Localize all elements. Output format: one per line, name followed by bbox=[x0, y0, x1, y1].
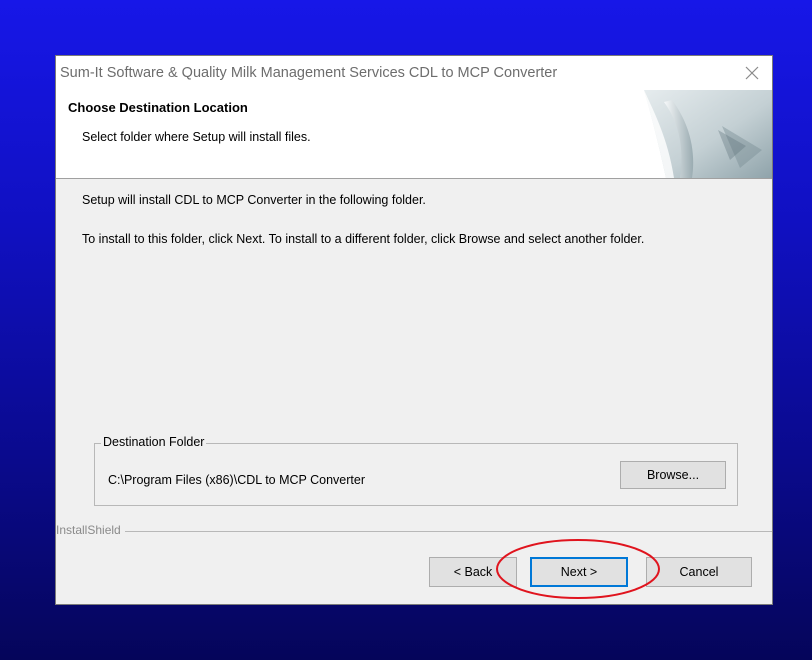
info-text: Setup will install CDL to MCP Converter … bbox=[82, 193, 426, 207]
window-title: Sum-It Software & Quality Milk Managemen… bbox=[60, 65, 558, 81]
title-bar: Sum-It Software & Quality Milk Managemen… bbox=[56, 56, 772, 90]
divider bbox=[56, 531, 772, 532]
page-subtitle: Select folder where Setup will install f… bbox=[82, 130, 311, 144]
page-curl-graphic bbox=[644, 90, 772, 178]
destination-folder-label: Destination Folder bbox=[101, 435, 207, 449]
close-icon bbox=[745, 66, 759, 80]
back-button[interactable]: < Back bbox=[429, 557, 517, 587]
destination-path: C:\Program Files (x86)\CDL to MCP Conver… bbox=[108, 473, 366, 487]
wizard-header: Choose Destination Location Select folde… bbox=[56, 90, 772, 179]
close-button[interactable] bbox=[738, 59, 766, 87]
installshield-brand: InstallShield bbox=[56, 523, 125, 537]
next-button[interactable]: Next > bbox=[530, 557, 628, 587]
instruction-text: To install to this folder, click Next. T… bbox=[82, 232, 645, 246]
page-title: Choose Destination Location bbox=[68, 100, 248, 115]
cancel-button[interactable]: Cancel bbox=[646, 557, 752, 587]
setup-dialog: Sum-It Software & Quality Milk Managemen… bbox=[55, 55, 773, 605]
browse-button[interactable]: Browse... bbox=[620, 461, 726, 489]
